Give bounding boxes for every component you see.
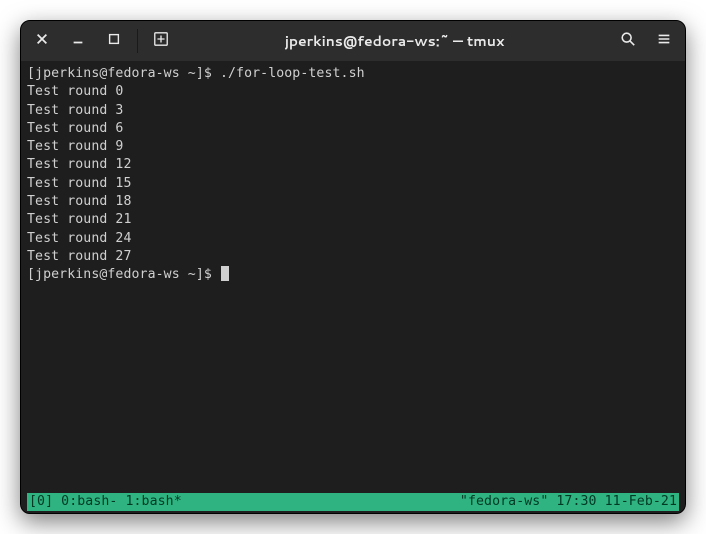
tmux-status-right: "fedora-ws" 17:30 11-Feb-21 [460, 493, 677, 511]
shell-command: ./for-loop-test.sh [220, 66, 365, 81]
close-button[interactable] [27, 26, 57, 56]
terminal-line: Test round 27 [27, 248, 679, 266]
terminal-line: Test round 12 [27, 156, 679, 174]
shell-prompt: [jperkins@fedora-ws ~]$ [27, 66, 220, 81]
tmux-statusbar: [0] 0:bash- 1:bash* "fedora-ws" 17:30 11… [27, 493, 679, 511]
hamburger-icon [656, 31, 672, 52]
tmux-status-mid [182, 493, 460, 511]
terminal-window: jperkins@fedora-ws:~ — tmux [jperkins@fe… [20, 20, 686, 514]
minimize-button[interactable] [63, 26, 93, 56]
terminal-viewport[interactable]: [jperkins@fedora-ws ~]$ ./for-loop-test.… [21, 61, 685, 513]
terminal-line: Test round 21 [27, 211, 679, 229]
maximize-button[interactable] [99, 26, 129, 56]
new-tab-button[interactable] [146, 26, 176, 56]
search-icon [620, 31, 636, 52]
titlebar-separator [137, 29, 138, 53]
terminal-line: Test round 9 [27, 138, 679, 156]
close-icon [35, 32, 49, 51]
window-title: jperkins@fedora-ws:~ — tmux [182, 31, 607, 51]
terminal-line: Test round 3 [27, 102, 679, 120]
minimize-icon [71, 32, 85, 51]
terminal-cursor [221, 266, 229, 281]
maximize-icon [107, 32, 121, 51]
tmux-status-left: [0] 0:bash- 1:bash* [29, 493, 182, 511]
titlebar: jperkins@fedora-ws:~ — tmux [21, 21, 685, 61]
terminal-line: [jperkins@fedora-ws ~]$ ./for-loop-test.… [27, 65, 679, 83]
terminal-line: Test round 24 [27, 230, 679, 248]
hamburger-menu-button[interactable] [649, 26, 679, 56]
terminal-line: [jperkins@fedora-ws ~]$ [27, 266, 679, 284]
new-tab-icon [153, 31, 169, 52]
shell-prompt: [jperkins@fedora-ws ~]$ [27, 267, 220, 282]
terminal-line: Test round 18 [27, 193, 679, 211]
terminal-line: Test round 15 [27, 175, 679, 193]
search-button[interactable] [613, 26, 643, 56]
terminal-line: Test round 6 [27, 120, 679, 138]
terminal-line: Test round 0 [27, 83, 679, 101]
